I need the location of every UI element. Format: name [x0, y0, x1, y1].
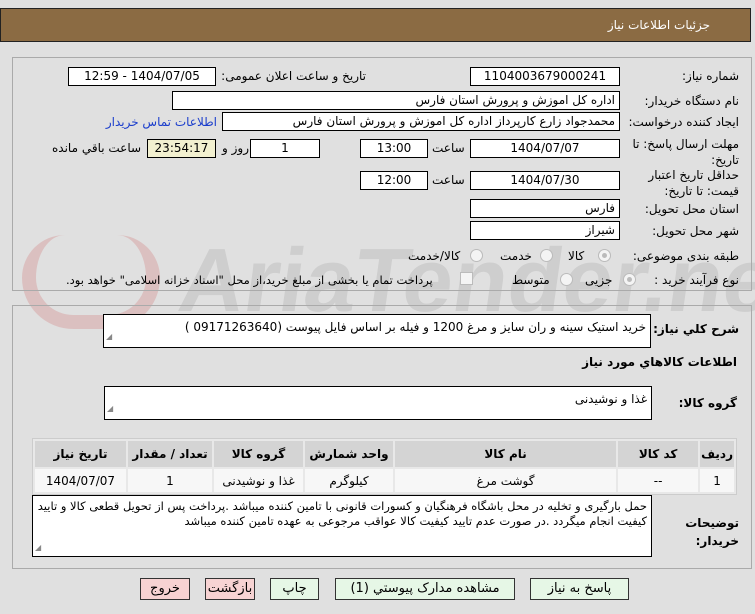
reply-button[interactable]: پاسخ به نیاز: [530, 578, 629, 600]
group-text: غذا و نوشیدنی: [574, 392, 647, 406]
cell-unit: کیلوگرم: [305, 469, 393, 492]
col-date: تاریخ نیاز: [35, 441, 126, 467]
page-title: جزئیات اطلاعات نیاز: [607, 18, 710, 32]
cell-row: 1: [700, 469, 734, 492]
cell-name: گوشت مرغ: [395, 469, 617, 492]
exit-button[interactable]: خروج: [140, 578, 190, 600]
deadline-time-label: ساعت: [432, 141, 465, 155]
process-option-minor: جزیی: [585, 273, 613, 287]
buyer-field: اداره کل اموزش و پرورش استان فارس: [172, 91, 620, 110]
cell-qty: 1: [128, 469, 212, 492]
city-label: شهر محل تحویل:: [652, 224, 739, 238]
remaining-time-field: 23:54:17: [147, 139, 216, 158]
table-row: 1 -- گوشت مرغ کیلوگرم غذا و نوشیدنی 1 14…: [35, 469, 734, 492]
category-option-goods: کالا: [568, 249, 585, 263]
validity-date-field: 1404/07/30: [470, 171, 620, 190]
category-radio-service[interactable]: [540, 249, 553, 262]
print-button[interactable]: چاپ: [270, 578, 319, 600]
province-label: استان محل تحویل:: [644, 202, 739, 216]
treasury-payment-checkbox[interactable]: [460, 272, 473, 285]
validity-time-field: 12:00: [360, 171, 428, 190]
need-number-label: شماره نیاز:: [682, 69, 739, 83]
resize-grip-icon[interactable]: ◢: [35, 540, 41, 555]
province-field: فارس: [470, 199, 620, 218]
category-radio-goods-service[interactable]: [470, 249, 483, 262]
resize-grip-icon[interactable]: ◢: [106, 328, 112, 346]
remaining-label: ساعت باقي مانده: [52, 141, 142, 155]
group-label: گروه کالا:: [678, 396, 737, 410]
col-code: کد کالا: [618, 441, 699, 467]
goods-section-title: اطلاعات کالاهاي مورد نياز: [582, 355, 737, 369]
treasury-payment-note: پرداخت تمام یا بخشی از مبلغ خرید،از محل …: [66, 273, 433, 287]
view-attachments-button[interactable]: مشاهده مدارک پیوستي (1): [335, 578, 515, 600]
validity-label: حداقل تاریخ اعتبار قیمت: تا تاریخ:: [648, 168, 739, 198]
process-option-medium: متوسط: [512, 273, 550, 287]
summary-textarea[interactable]: خرید استیک سینه و ران سایز و مرغ 1200 و …: [103, 314, 651, 348]
category-option-service: خدمت: [500, 249, 532, 263]
process-radio-medium[interactable]: [560, 273, 573, 286]
validity-time-label: ساعت: [432, 173, 465, 187]
deadline-time-field: 13:00: [360, 139, 428, 158]
col-qty: تعداد / مقدار: [128, 441, 212, 467]
cell-code: --: [618, 469, 699, 492]
notes-text: حمل بارگیری و تخلیه در محل باشگاه فرهنگی…: [37, 499, 647, 528]
page: جزئیات اطلاعات نیاز AriaTender.net شماره…: [0, 0, 755, 614]
creator-field: محمدجواد زارع کارپرداز اداره کل اموزش و …: [222, 112, 620, 131]
process-radio-minor[interactable]: [623, 273, 636, 286]
goods-table: ردیف کد کالا نام کالا واحد شمارش گروه کا…: [32, 438, 737, 495]
contact-buyer-link[interactable]: اطلاعات تماس خریدار: [106, 115, 217, 129]
need-number-field: 1104003679000241: [470, 67, 620, 86]
deadline-label: مهلت ارسال پاسخ: تا تاریخ:: [632, 137, 739, 167]
category-radio-goods[interactable]: [598, 249, 611, 262]
notes-textarea[interactable]: حمل بارگیری و تخلیه در محل باشگاه فرهنگی…: [32, 495, 652, 557]
col-unit: واحد شمارش: [305, 441, 393, 467]
process-label: نوع فرآیند خرید :: [654, 273, 739, 287]
announce-field: 1404/07/05 - 12:59: [68, 67, 216, 86]
days-field: 1: [250, 139, 320, 158]
table-header-row: ردیف کد کالا نام کالا واحد شمارش گروه کا…: [35, 441, 734, 467]
days-label: روز و: [222, 141, 249, 155]
category-label: طبقه بندی موضوعی:: [632, 249, 739, 263]
summary-label: شرح کلي نياز:: [653, 322, 739, 336]
group-textarea[interactable]: غذا و نوشیدنی ◢: [104, 386, 652, 420]
creator-label: ایجاد کننده درخواست:: [628, 115, 739, 129]
summary-text: خرید استیک سینه و ران سایز و مرغ 1200 و …: [184, 320, 646, 334]
col-row: ردیف: [700, 441, 734, 467]
announce-label: تاریخ و ساعت اعلان عمومی:: [221, 69, 366, 83]
city-field: شیراز: [470, 221, 620, 240]
notes-label: توضیحات خریدار:: [685, 516, 739, 548]
buyer-label: نام دستگاه خریدار:: [644, 94, 740, 108]
cell-group: غذا و نوشیدنی: [214, 469, 303, 492]
col-group: گروه کالا: [214, 441, 303, 467]
deadline-date-field: 1404/07/07: [470, 139, 620, 158]
col-name: نام کالا: [395, 441, 617, 467]
back-button[interactable]: بازگشت: [205, 578, 255, 600]
category-option-goods-service: کالا/خدمت: [408, 249, 461, 263]
cell-date: 1404/07/07: [35, 469, 126, 492]
page-header: جزئیات اطلاعات نیاز: [0, 8, 751, 42]
resize-grip-icon[interactable]: ◢: [107, 400, 113, 418]
